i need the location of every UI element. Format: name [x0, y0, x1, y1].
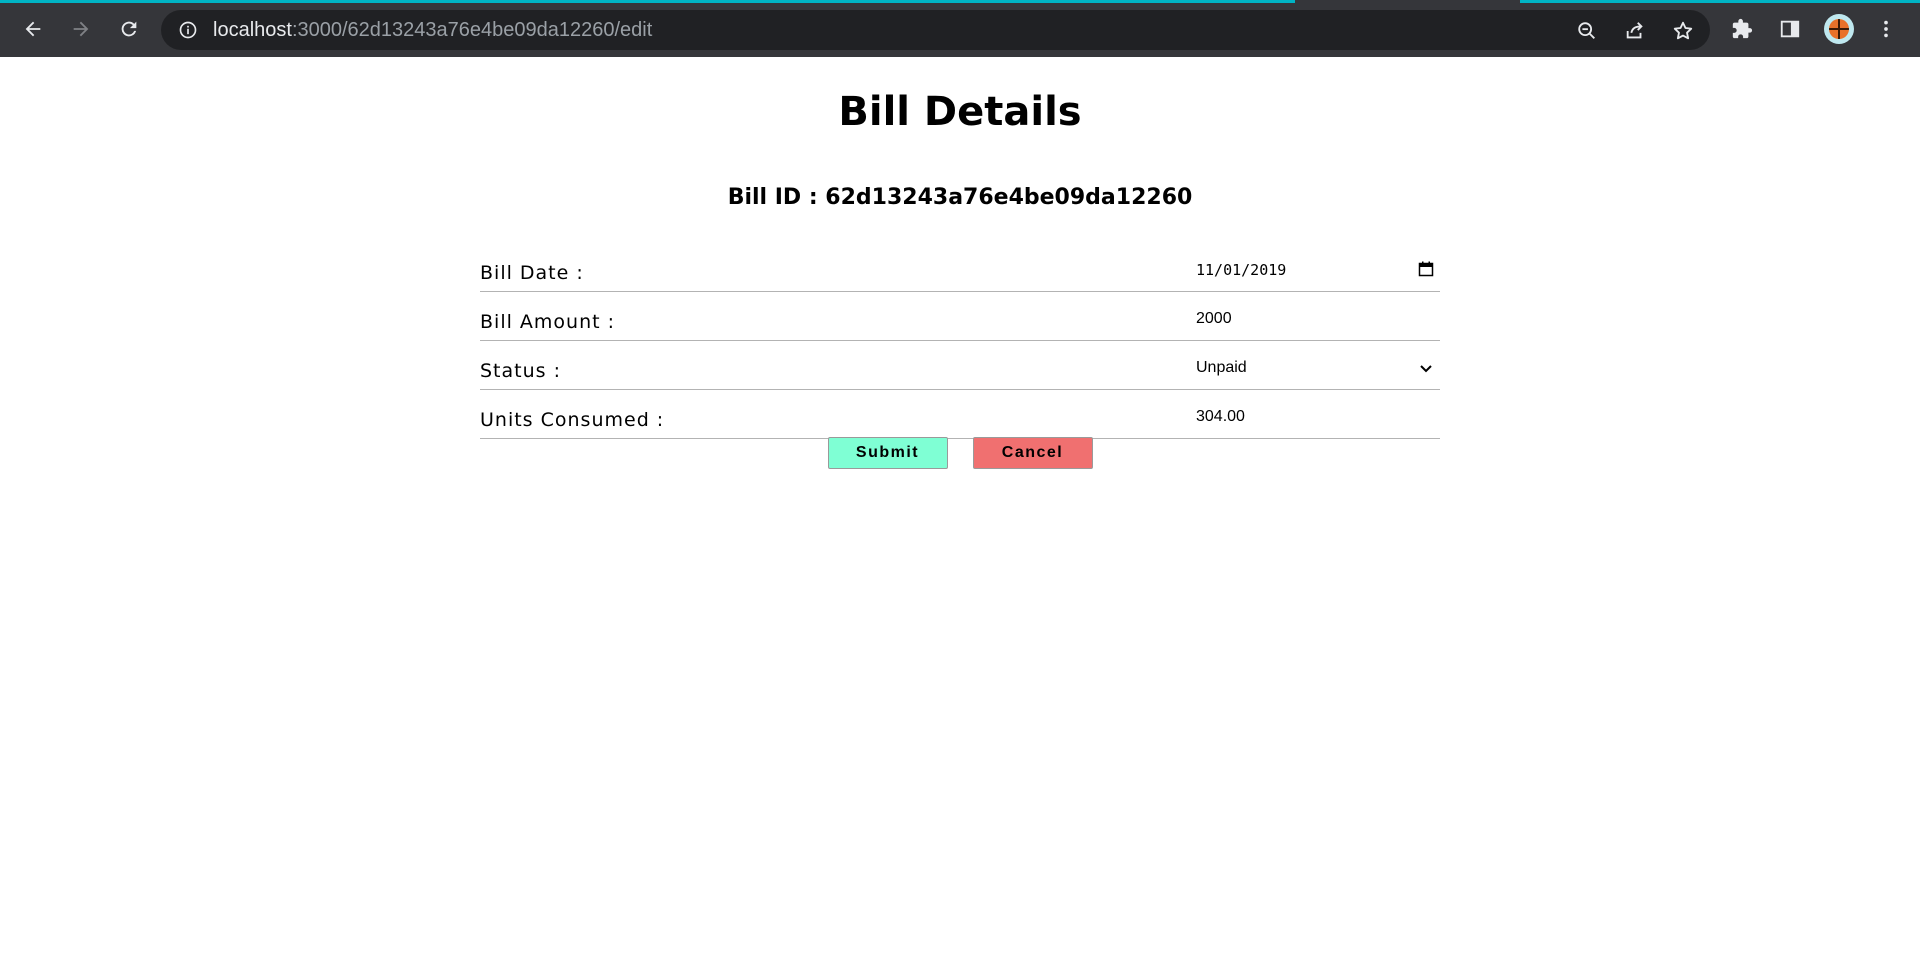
bill-amount-input[interactable]: 2000	[1196, 306, 1440, 332]
url-path: :3000/62d13243a76e4be09da12260/edit	[291, 19, 653, 41]
status-selected-value: Unpaid	[1196, 359, 1247, 376]
status-row: Status : Unpaid	[480, 341, 1440, 390]
calendar-icon[interactable]	[1418, 261, 1434, 277]
back-arrow-icon[interactable]	[17, 13, 49, 45]
share-icon[interactable]	[1622, 18, 1648, 44]
bill-date-row: Bill Date : 11/01/2019	[480, 243, 1440, 292]
forward-arrow-icon[interactable]	[65, 13, 97, 45]
form-actions: Submit Cancel	[0, 437, 1920, 469]
page-title: Bill Details	[838, 89, 1082, 135]
star-icon[interactable]	[1670, 18, 1696, 44]
bill-date-label: Bill Date :	[480, 262, 584, 284]
puzzle-icon[interactable]	[1726, 13, 1758, 45]
bill-edit-form: Bill Date : 11/01/2019 Bill Amount : 200…	[480, 243, 1440, 439]
status-select[interactable]: Unpaid	[1196, 355, 1440, 381]
page-content: Bill Details Bill ID : 62d13243a76e4be09…	[0, 57, 1920, 969]
url-text[interactable]: localhost:3000/62d13243a76e4be09da12260/…	[213, 20, 652, 40]
bill-date-value: 11/01/2019	[1196, 261, 1287, 279]
loading-indicator	[0, 0, 1295, 3]
bill-date-input[interactable]: 11/01/2019	[1196, 257, 1440, 283]
status-label: Status :	[480, 360, 561, 382]
chevron-down-icon	[1420, 365, 1432, 373]
cancel-button[interactable]: Cancel	[972, 437, 1093, 469]
units-consumed-value: 304.00	[1196, 408, 1245, 425]
kebab-menu-icon[interactable]	[1870, 13, 1902, 45]
address-bar[interactable]: localhost:3000/62d13243a76e4be09da12260/…	[161, 10, 1710, 50]
browser-toolbar: localhost:3000/62d13243a76e4be09da12260/…	[0, 0, 1920, 57]
bill-amount-row: Bill Amount : 2000	[480, 292, 1440, 341]
info-icon[interactable]	[178, 20, 198, 40]
units-consumed-row: Units Consumed : 304.00	[480, 390, 1440, 439]
basketball-icon	[1829, 19, 1849, 39]
profile-avatar[interactable]	[1824, 14, 1854, 44]
units-consumed-label: Units Consumed :	[480, 409, 665, 431]
units-consumed-input[interactable]: 304.00	[1196, 404, 1440, 430]
reload-icon[interactable]	[113, 13, 145, 45]
bill-amount-value: 2000	[1196, 310, 1232, 327]
bill-amount-label: Bill Amount :	[480, 311, 616, 333]
side-panel-icon[interactable]	[1774, 13, 1806, 45]
zoom-out-icon[interactable]	[1574, 18, 1600, 44]
url-host: localhost	[213, 19, 292, 41]
submit-button[interactable]: Submit	[827, 437, 948, 469]
loading-indicator-secondary	[1520, 0, 1920, 3]
bill-id-heading: Bill ID : 62d13243a76e4be09da12260	[727, 185, 1193, 210]
